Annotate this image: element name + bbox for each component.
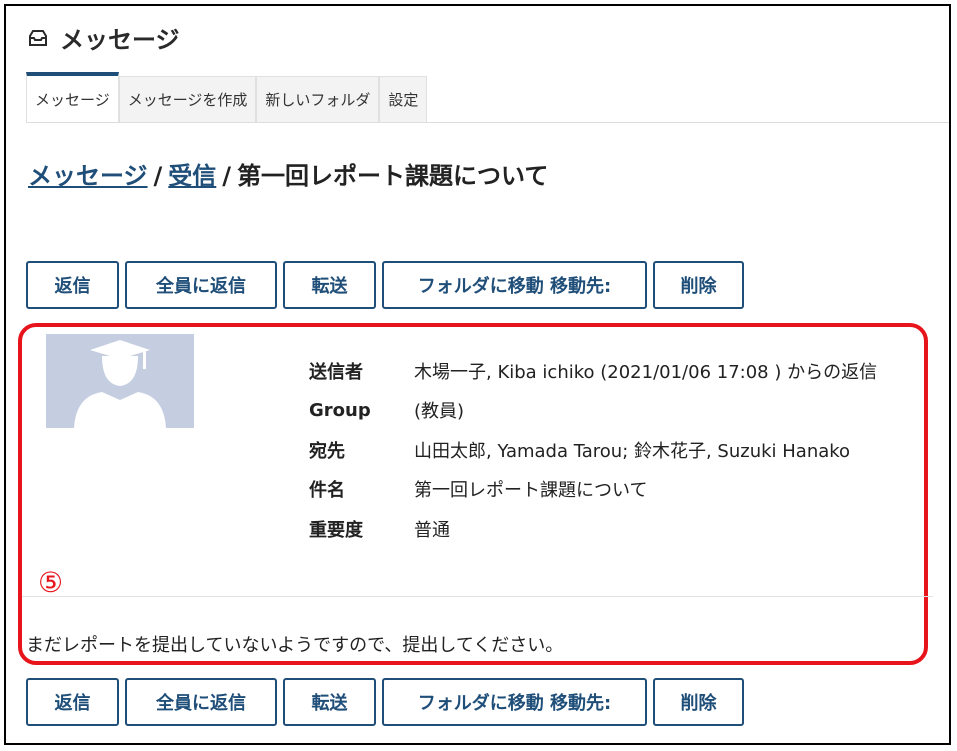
forward-button[interactable]: 転送 xyxy=(283,261,376,309)
field-value: 第一回レポート課題について xyxy=(414,480,648,502)
reply-button[interactable]: 返信 xyxy=(26,678,119,726)
breadcrumb-inbox-link[interactable]: 受信 xyxy=(168,162,216,190)
reply-button[interactable]: 返信 xyxy=(26,261,119,309)
reply-all-button[interactable]: 全員に返信 xyxy=(125,261,277,309)
breadcrumb: メッセージ / 受信 / 第一回レポート課題について xyxy=(28,156,548,191)
field-value: 山田太郎, Yamada Tarou; 鈴木花子, Suzuki Hanako xyxy=(414,440,851,462)
inbox-icon xyxy=(28,29,48,46)
window-frame: メッセージ メッセージ メッセージを作成 新しいフォルダ 設定 メッセージ / 受信… xyxy=(4,4,951,745)
tab-messages[interactable]: メッセージ xyxy=(26,72,119,122)
message-header: 送信者 木場一子, Kiba ichiko (2021/01/06 17:08 … xyxy=(309,351,877,549)
avatar xyxy=(46,334,194,428)
field-row-sender: 送信者 木場一子, Kiba ichiko (2021/01/06 17:08 … xyxy=(309,351,877,391)
message-toolbar-top: 返信 全員に返信 転送 フォルダに移動 移動先: 削除 xyxy=(26,261,744,309)
breadcrumb-separator: / xyxy=(153,162,163,190)
move-to-folder-button[interactable]: フォルダに移動 移動先: xyxy=(382,678,647,726)
graduate-avatar-icon xyxy=(46,334,194,428)
field-label: 宛先 xyxy=(309,440,345,462)
tab-compose[interactable]: メッセージを作成 xyxy=(118,76,257,122)
message-body: まだレポートを提出していないようですので、提出してください。 xyxy=(26,635,564,656)
field-row-group: Group (教員) xyxy=(309,391,877,431)
field-value: 木場一子, Kiba ichiko (2021/01/06 17:08 ) から… xyxy=(414,361,878,383)
field-row-recipients: 宛先 山田太郎, Yamada Tarou; 鈴木花子, Suzuki Hana… xyxy=(309,430,877,470)
message-toolbar-bottom: 返信 全員に返信 転送 フォルダに移動 移動先: 削除 xyxy=(26,678,744,726)
annotation-number: ⑤ xyxy=(38,566,64,599)
field-row-subject: 件名 第一回レポート課題について xyxy=(309,470,877,510)
field-label: 重要度 xyxy=(309,519,363,541)
forward-button[interactable]: 転送 xyxy=(283,678,376,726)
tab-bar: メッセージ メッセージを作成 新しいフォルダ 設定 xyxy=(26,72,949,123)
delete-button[interactable]: 削除 xyxy=(653,678,744,726)
title-row: メッセージ xyxy=(28,20,180,55)
tab-settings[interactable]: 設定 xyxy=(379,76,428,122)
breadcrumb-current: 第一回レポート課題について xyxy=(237,162,549,190)
page-title: メッセージ xyxy=(60,26,180,54)
field-label: 送信者 xyxy=(309,361,363,383)
tab-new-folder[interactable]: 新しいフォルダ xyxy=(256,76,380,122)
field-row-priority: 重要度 普通 xyxy=(309,509,877,549)
reply-all-button[interactable]: 全員に返信 xyxy=(125,678,277,726)
field-label: Group xyxy=(309,399,371,421)
field-value: 普通 xyxy=(414,519,450,541)
breadcrumb-separator: / xyxy=(222,162,232,190)
move-to-folder-button[interactable]: フォルダに移動 移動先: xyxy=(382,261,647,309)
divider xyxy=(22,596,933,597)
breadcrumb-messages-link[interactable]: メッセージ xyxy=(28,162,148,190)
delete-button[interactable]: 削除 xyxy=(653,261,744,309)
field-value: (教員) xyxy=(414,401,465,423)
field-label: 件名 xyxy=(309,480,345,502)
